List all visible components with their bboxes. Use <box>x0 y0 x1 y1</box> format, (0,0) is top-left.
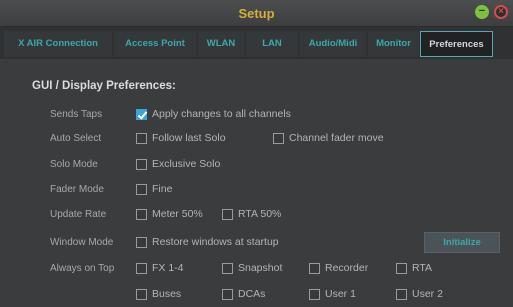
rta-checkbox[interactable] <box>396 263 407 274</box>
exclusive-solo-checkbox[interactable] <box>136 159 147 170</box>
buses-checkbox[interactable] <box>136 289 147 300</box>
follow-last-solo-checkbox[interactable] <box>136 133 147 144</box>
user-2-label: User 2 <box>412 288 443 300</box>
exclusive-solo-label: Exclusive Solo <box>152 158 221 170</box>
label-window-mode: Window Mode <box>50 237 114 248</box>
close-icon[interactable]: × <box>494 5 508 19</box>
fine-label: Fine <box>152 183 173 195</box>
meter-50-checkbox[interactable] <box>136 209 147 220</box>
title-bar: Setup − × <box>0 0 513 27</box>
rta-label: RTA <box>412 262 433 274</box>
channel-fader-move-label: Channel fader move <box>289 132 384 144</box>
initialize-button[interactable]: Initialize <box>424 232 500 253</box>
tab-wlan[interactable]: WLAN <box>198 31 244 57</box>
user-2-checkbox[interactable] <box>396 289 407 300</box>
restore-windows-label: Restore windows at startup <box>152 236 279 248</box>
recorder-label: Recorder <box>325 262 369 274</box>
fx-1-4-checkbox[interactable] <box>136 263 147 274</box>
user-1-label: User 1 <box>325 288 356 300</box>
section-title: GUI / Display Preferences: <box>32 80 176 92</box>
minimize-icon[interactable]: − <box>475 5 489 19</box>
window-title: Setup <box>238 6 275 21</box>
label-sends-taps: Sends Taps <box>50 109 103 120</box>
fine-checkbox[interactable] <box>136 184 147 195</box>
follow-last-solo-label: Follow last Solo <box>152 132 226 144</box>
fx-1-4-label: FX 1-4 <box>152 262 184 274</box>
tab-x-air-connection[interactable]: X AIR Connection <box>4 31 112 57</box>
tab-lan[interactable]: LAN <box>246 31 298 57</box>
apply-all-channels-checkbox[interactable] <box>136 109 147 120</box>
label-update-rate: Update Rate <box>50 209 107 220</box>
rta-50-label: RTA 50% <box>238 208 282 220</box>
tab-bar: X AIR Connection Access Point WLAN LAN A… <box>0 27 513 59</box>
snapshot-checkbox[interactable] <box>222 263 233 274</box>
dcas-label: DCAs <box>238 288 266 300</box>
channel-fader-move-checkbox[interactable] <box>273 133 284 144</box>
label-always-on-top: Always on Top <box>50 263 115 274</box>
apply-all-channels-label: Apply changes to all channels <box>152 108 291 120</box>
meter-50-label: Meter 50% <box>152 208 203 220</box>
tab-monitor[interactable]: Monitor <box>368 31 419 57</box>
rta-50-checkbox[interactable] <box>222 209 233 220</box>
label-auto-select: Auto Select <box>50 133 102 144</box>
tab-audio-midi[interactable]: Audio/Midi <box>300 31 366 57</box>
buses-label: Buses <box>152 288 182 300</box>
tab-access-point[interactable]: Access Point <box>114 31 196 57</box>
label-solo-mode: Solo Mode <box>50 159 98 170</box>
recorder-checkbox[interactable] <box>309 263 320 274</box>
label-fader-mode: Fader Mode <box>50 184 104 195</box>
user-1-checkbox[interactable] <box>309 289 320 300</box>
dcas-checkbox[interactable] <box>222 289 233 300</box>
tab-preferences[interactable]: Preferences <box>420 31 493 57</box>
snapshot-label: Snapshot <box>238 262 283 274</box>
restore-windows-checkbox[interactable] <box>136 237 147 248</box>
